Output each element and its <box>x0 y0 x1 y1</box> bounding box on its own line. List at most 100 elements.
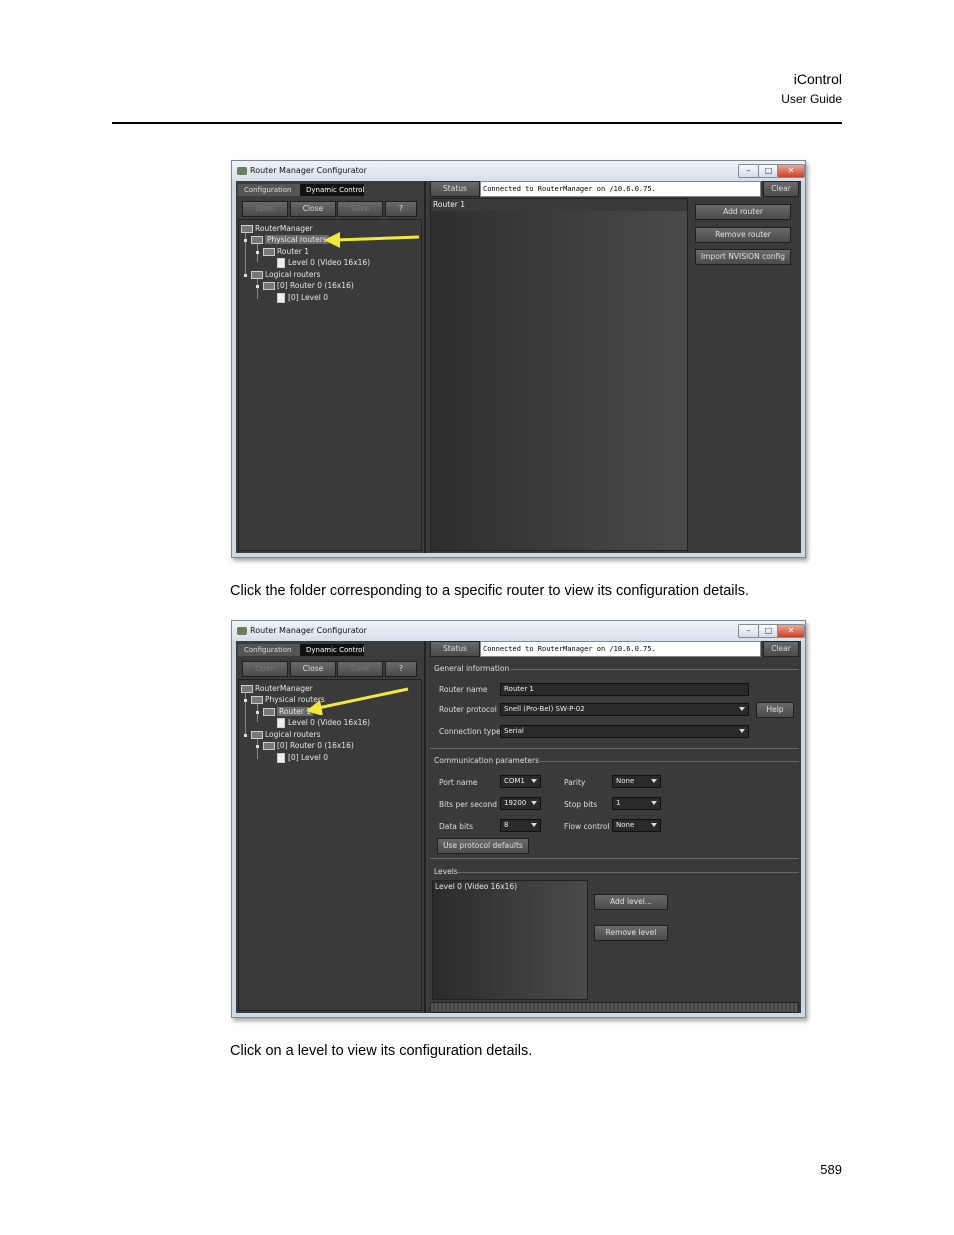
bits-per-second-select[interactable]: 19200 <box>500 797 541 810</box>
add-router-button[interactable]: Add router <box>695 204 791 220</box>
tree-node-routermanager[interactable]: RouterManager <box>241 224 313 234</box>
router-tree: RouterManager Physical routers Router 1 … <box>238 679 422 1011</box>
flow-control-select[interactable]: None <box>612 819 661 832</box>
tree-guide-line <box>257 277 258 299</box>
bits-per-second-label: Bits per second <box>439 800 498 809</box>
router-tree: RouterManager Physical routers Router 1 … <box>238 219 422 551</box>
tree-node-level-0[interactable]: Level 0 (Video 16x16) <box>277 718 370 728</box>
status-button[interactable]: Status <box>430 641 480 657</box>
tree-node-router-0[interactable]: [0] Router 0 (16x16) <box>263 281 354 291</box>
remove-level-button[interactable]: Remove level <box>594 925 668 941</box>
close-button[interactable]: Close <box>290 661 336 677</box>
help-button[interactable]: ? <box>385 201 417 217</box>
right-pane: Status Connected to RouterManager on /10… <box>428 181 801 553</box>
chevron-down-icon <box>531 823 537 827</box>
tree-node-router-1[interactable]: Router 1 <box>263 247 309 257</box>
stop-bits-label: Stop bits <box>564 800 598 809</box>
import-nvision-button[interactable]: Import NVISION config <box>695 249 791 265</box>
general-info-title: General information <box>434 664 510 673</box>
tree-label: Logical routers <box>265 270 321 279</box>
expand-icon[interactable] <box>256 285 259 288</box>
open-button[interactable]: Open <box>242 201 288 217</box>
group-divider <box>430 858 799 859</box>
tab-configuration[interactable]: Configuration <box>238 644 300 656</box>
tree-label: [0] Router 0 (16x16) <box>277 741 354 750</box>
page-number: 589 <box>820 1162 842 1177</box>
status-button[interactable]: Status <box>430 181 480 197</box>
guide-subtitle: User Guide <box>781 92 842 106</box>
chevron-down-icon <box>651 779 657 783</box>
expand-icon[interactable] <box>244 734 247 737</box>
folder-icon <box>263 708 275 716</box>
tree-node-physical-routers[interactable]: Physical routers <box>251 235 329 245</box>
maximize-icon[interactable]: □ <box>758 164 779 178</box>
remove-router-button[interactable]: Remove router <box>695 227 791 243</box>
tree-label: Router 1 <box>277 247 310 256</box>
select-value: 19200 <box>504 799 527 807</box>
parity-select[interactable]: None <box>612 775 661 788</box>
app-logo-icon <box>237 627 247 635</box>
tree-node-level-0b[interactable]: [0] Level 0 <box>277 753 328 763</box>
minimize-icon[interactable]: – <box>738 164 759 178</box>
tree-node-level-0b[interactable]: [0] Level 0 <box>277 293 328 303</box>
chevron-down-icon <box>531 801 537 805</box>
router-name-input[interactable]: Router 1 <box>500 683 749 696</box>
clear-button[interactable]: Clear <box>763 641 799 657</box>
level-item[interactable]: Level 0 (Video 16x16) <box>435 882 517 892</box>
close-icon[interactable]: ✕ <box>777 164 805 178</box>
tree-node-routermanager[interactable]: RouterManager <box>241 684 313 694</box>
screenshot-window-1: Router Manager Configurator – □ ✕ Config… <box>231 160 806 558</box>
save-button[interactable]: Save <box>337 201 383 217</box>
minimize-icon[interactable]: – <box>738 624 759 638</box>
screenshot-window-2: Router Manager Configurator – □ ✕ Config… <box>231 620 806 1018</box>
select-value: None <box>616 821 635 829</box>
expand-icon[interactable] <box>256 711 259 714</box>
tree-node-router-0[interactable]: [0] Router 0 (16x16) <box>263 741 354 751</box>
expand-icon[interactable] <box>244 699 247 702</box>
help-button[interactable]: ? <box>385 661 417 677</box>
annotation-arrow <box>324 232 420 248</box>
window-title: Router Manager Configurator <box>250 626 367 635</box>
expand-icon[interactable] <box>244 274 247 277</box>
tab-dynamic-control[interactable]: Dynamic Control <box>300 184 364 196</box>
tab-configuration[interactable]: Configuration <box>238 184 300 196</box>
document-icon <box>277 293 285 303</box>
expand-icon[interactable] <box>256 251 259 254</box>
group-divider <box>430 748 799 749</box>
window-titlebar: Router Manager Configurator – □ ✕ <box>232 161 805 181</box>
tab-dynamic-control[interactable]: Dynamic Control <box>300 644 364 656</box>
levels-list[interactable]: Level 0 (Video 16x16) <box>432 880 588 1000</box>
open-button[interactable]: Open <box>242 661 288 677</box>
close-icon[interactable]: ✕ <box>777 624 805 638</box>
port-name-label: Port name <box>439 778 478 787</box>
document-icon <box>277 258 285 268</box>
stop-bits-select[interactable]: 1 <box>612 797 661 810</box>
tree-node-logical-routers[interactable]: Logical routers <box>251 270 320 280</box>
expand-icon[interactable] <box>244 239 247 242</box>
tree-node-level-0[interactable]: Level 0 (Video 16x16) <box>277 258 370 268</box>
connection-type-select[interactable]: Serial <box>500 725 749 738</box>
maximize-icon[interactable]: □ <box>758 624 779 638</box>
horizontal-scrollbar[interactable] <box>430 1002 799 1013</box>
chevron-down-icon <box>651 801 657 805</box>
tree-guide-line <box>245 690 246 734</box>
close-button[interactable]: Close <box>290 201 336 217</box>
connection-type-label: Connection type <box>439 727 501 736</box>
select-value: COM1 <box>504 777 525 785</box>
clear-button[interactable]: Clear <box>763 181 799 197</box>
port-name-select[interactable]: COM1 <box>500 775 541 788</box>
save-button[interactable]: Save <box>337 661 383 677</box>
tree-node-logical-routers[interactable]: Logical routers <box>251 730 320 740</box>
tree-label: Level 0 (Video 16x16) <box>288 258 371 267</box>
folder-icon <box>251 236 263 244</box>
expand-icon[interactable] <box>256 745 259 748</box>
tree-guide-line <box>245 230 246 274</box>
caption-2: Click on a level to view its configurati… <box>230 1043 533 1059</box>
data-bits-select[interactable]: 8 <box>500 819 541 832</box>
status-text: Connected to RouterManager on /10.6.0.75… <box>480 181 761 197</box>
use-protocol-defaults-button[interactable]: Use protocol defaults <box>437 838 529 854</box>
add-level-button[interactable]: Add level... <box>594 894 668 910</box>
help-protocol-button[interactable]: Help <box>756 702 794 718</box>
parity-label: Parity <box>564 778 586 787</box>
router-protocol-select[interactable]: Snell (Pro-Bel) SW-P-02 <box>500 703 749 716</box>
